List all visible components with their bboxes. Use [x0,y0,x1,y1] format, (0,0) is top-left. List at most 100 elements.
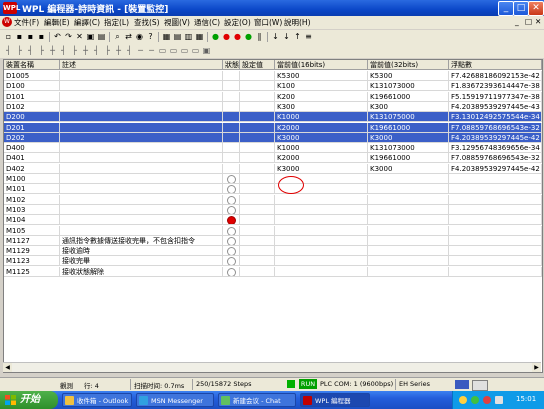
scroll-left-button[interactable]: ◀ [3,363,12,372]
cell-float[interactable]: F4.20389539297445e-42 [449,163,542,174]
column-header-state[interactable]: 狀態 [223,60,240,70]
column-header-value16[interactable]: 當前值(16bits) [275,60,368,70]
cell-value32[interactable] [368,204,449,215]
cell-float[interactable] [449,225,542,236]
copy-icon[interactable]: ▣ [86,32,95,41]
status-off-icon[interactable] [227,226,236,235]
help-icon[interactable] [472,380,488,391]
cell-value16[interactable]: K200 [275,91,368,102]
table-row[interactable]: D100 K100 K131073000 F1.83672393614447e-38 [4,81,542,92]
monitor-icon[interactable]: ▥ [184,32,193,41]
table-icon[interactable]: ▦ [195,32,204,41]
cell-value32[interactable]: K5300 [368,71,449,81]
status-off-icon[interactable] [227,175,236,183]
menu-edit[interactable]: 編輯(E) [44,17,70,28]
column-header-comment[interactable]: 註述 [60,60,223,70]
cell-value16[interactable]: K100 [275,81,368,92]
cell-value32[interactable]: K3000 [368,163,449,174]
cell-value16[interactable] [275,246,368,257]
step-icon[interactable]: ↓ [271,32,280,41]
open-icon[interactable]: ▪ [15,32,24,41]
cell-setvalue[interactable] [240,112,275,123]
ladder-tool-icon[interactable]: ▭ [158,46,167,55]
cell-value32[interactable] [368,184,449,195]
replace-icon[interactable]: ⇄ [124,32,133,41]
maximize-button[interactable]: □ [513,1,529,16]
ladder-tool-icon[interactable]: ┤ [92,46,101,55]
cell-value16[interactable] [275,215,368,226]
cell-float[interactable] [449,235,542,246]
cell-setvalue[interactable] [240,153,275,164]
cell-value32[interactable]: K3000 [368,132,449,143]
cell-value16[interactable]: K300 [275,101,368,112]
menu-window[interactable]: 窗口(W) [254,17,282,28]
cell-value16[interactable] [275,256,368,267]
cell-value16[interactable]: K2000 [275,122,368,133]
cell-float[interactable] [449,194,542,205]
child-close-button[interactable]: ✕ [535,17,541,26]
cell-float[interactable]: F1.83672393614447e-38 [449,81,542,92]
redo-icon[interactable]: ↷ [64,32,73,41]
ladder-tool-icon[interactable]: ┼ [48,46,57,55]
horizontal-scrollbar[interactable]: ◀ ▶ [3,362,541,372]
ladder-tool-icon[interactable]: ┼ [81,46,90,55]
cell-setvalue[interactable] [240,71,275,81]
column-header-float[interactable]: 浮點數 [449,60,542,70]
status-off-icon[interactable] [227,267,236,276]
ladder-tool-icon[interactable]: ├ [103,46,112,55]
close-button[interactable]: ✕ [528,1,544,16]
ladder-tool-icon[interactable]: ─ [147,46,156,55]
cell-float[interactable]: F4.20389539297445e-43 [449,101,542,112]
cell-float[interactable] [449,184,542,195]
table-row[interactable]: M1125 接收狀態解除 [4,266,542,277]
tray-icon[interactable] [471,396,479,404]
table-row[interactable]: D202 K3000 K3000 F4.20389539297445e-42 [4,132,542,143]
cell-value16[interactable]: K3000 [275,132,368,143]
menu-search[interactable]: 查找(S) [134,17,160,28]
scroll-right-button[interactable]: ▶ [532,363,541,372]
menu-help[interactable]: 說明(H) [284,17,311,28]
table-row[interactable]: M100 [4,174,542,184]
cell-setvalue[interactable] [240,91,275,102]
ladder-tool-icon[interactable]: ┤ [26,46,35,55]
menu-view[interactable]: 視圖(V) [164,17,190,28]
menu-file[interactable]: 文件(F) [14,17,39,28]
table-row[interactable]: D200 K1000 K131075000 F3.13012492575544e-34 [4,112,542,123]
minimize-button[interactable]: _ [498,1,514,16]
cell-value16[interactable] [275,194,368,205]
cell-setvalue[interactable] [240,266,275,277]
cell-setvalue[interactable] [240,215,275,226]
cell-setvalue[interactable] [240,256,275,267]
cut-icon[interactable]: ✕ [75,32,84,41]
status-off-icon[interactable] [227,257,236,266]
ladder-tool-icon[interactable]: ▭ [169,46,178,55]
status-off-icon[interactable] [227,185,236,194]
ladder-tool-icon[interactable]: ┤ [59,46,68,55]
stop-icon[interactable]: ● [222,32,231,41]
paste-icon[interactable]: ▤ [97,32,106,41]
cell-value16[interactable]: K5300 [275,71,368,81]
cell-setvalue[interactable] [240,163,275,174]
taskbar-item[interactable]: MSN Messenger [136,393,214,407]
table-row[interactable]: M105 [4,225,542,236]
zoom-icon[interactable]: ◉ [135,32,144,41]
green-ball-icon[interactable]: ● [244,32,253,41]
ladder-tool-icon[interactable]: ├ [37,46,46,55]
cell-float[interactable] [449,204,542,215]
cell-value16[interactable]: K1000 [275,112,368,123]
cell-float[interactable]: F4.20389539297445e-42 [449,132,542,143]
cell-value32[interactable]: K19661000 [368,122,449,133]
cell-value16[interactable] [275,266,368,277]
cell-setvalue[interactable] [240,122,275,133]
cell-setvalue[interactable] [240,184,275,195]
cell-setvalue[interactable] [240,235,275,246]
table-row[interactable]: M1123 接收完畢 [4,256,542,267]
ladder-tool-icon[interactable]: ▭ [180,46,189,55]
cell-setvalue[interactable] [240,143,275,154]
document-icon[interactable]: W [2,17,12,27]
cell-value16[interactable] [275,235,368,246]
list-icon[interactable]: ▤ [173,32,182,41]
cell-float[interactable]: F7.08859768696543e-32 [449,153,542,164]
tray-icon[interactable] [483,396,491,404]
ladder-tool-icon[interactable]: ▭ [191,46,200,55]
